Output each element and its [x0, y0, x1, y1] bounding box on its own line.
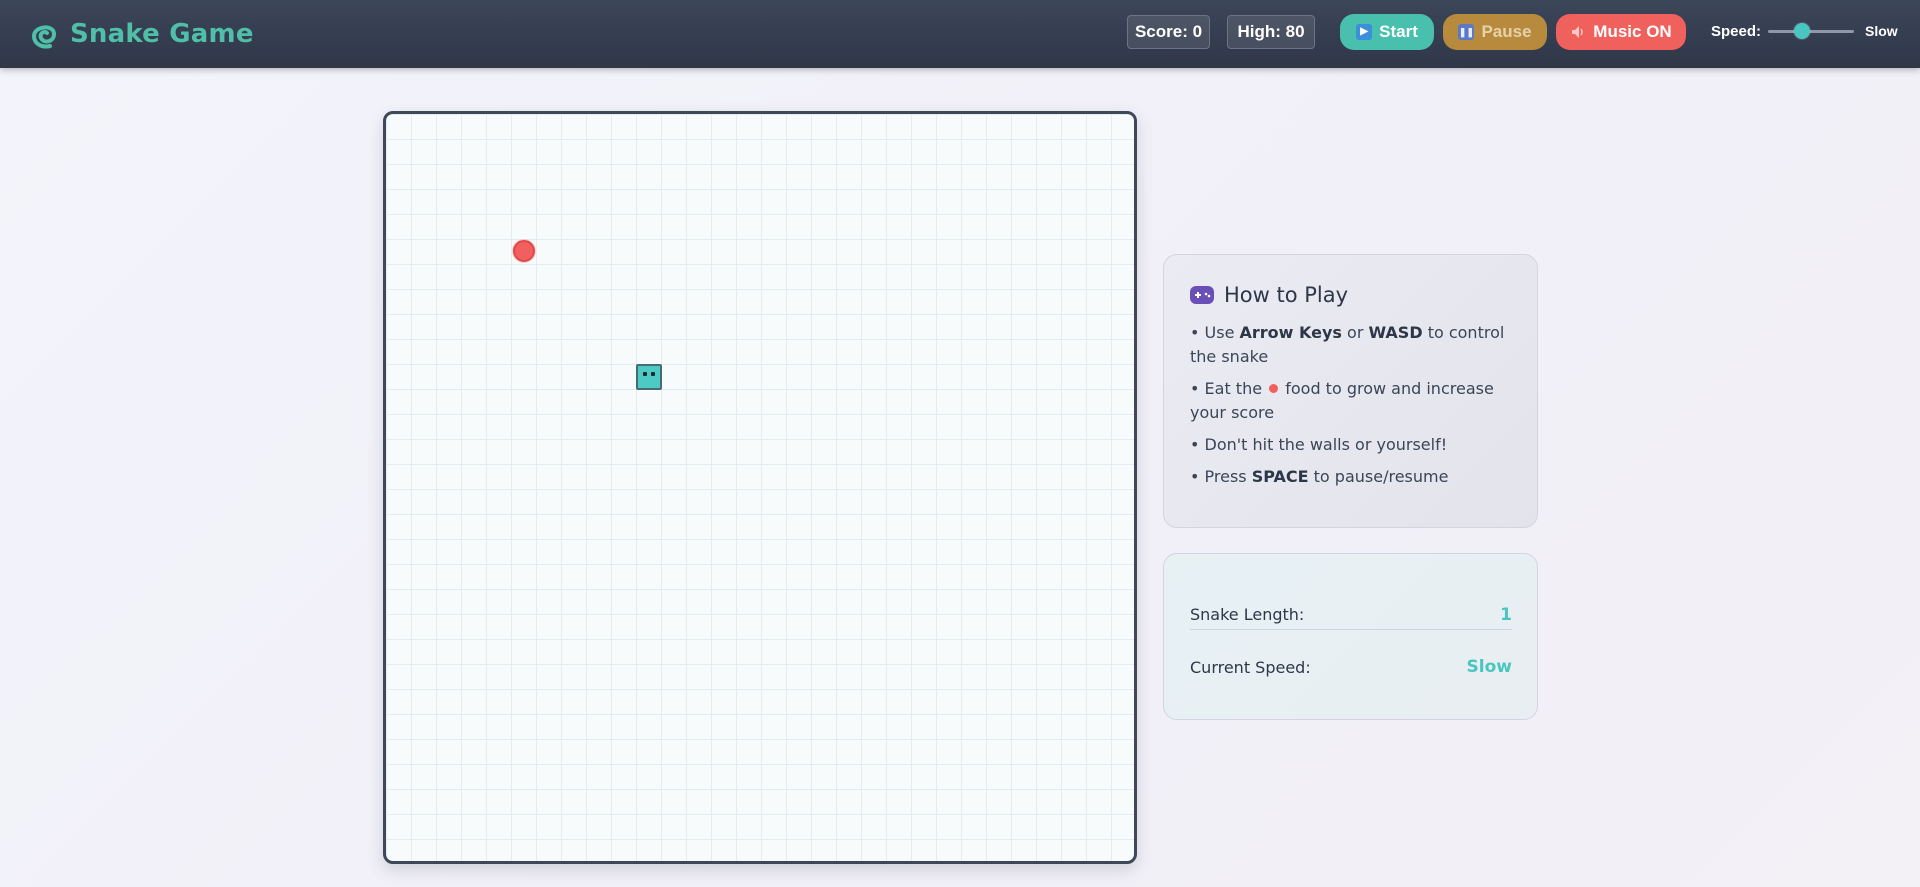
snake-eye-right [651, 372, 655, 376]
start-button[interactable]: ▶ Start [1340, 14, 1434, 50]
app-title: Snake Game [70, 19, 254, 49]
pause-icon: ❚❚ [1458, 24, 1475, 40]
snake-logo-icon [32, 25, 57, 49]
how-to-play-title: How to Play [1224, 283, 1349, 307]
rule-text: • Eat the [1190, 379, 1268, 398]
rule-text: to pause/resume [1308, 467, 1449, 486]
pause-label: Pause [1481, 22, 1532, 41]
play-icon: ▶ [1356, 24, 1373, 40]
snake-head [636, 364, 662, 390]
how-to-play-panel: How to Play • Use Arrow Keys or WASD to … [1163, 254, 1538, 528]
rule-collisions: • Don't hit the walls or yourself! [1190, 435, 1448, 454]
score-display: Score: 0 [1127, 15, 1210, 49]
brand: Snake Game [28, 14, 254, 54]
rule-key: Arrow Keys [1239, 323, 1342, 342]
rule-text: or [1341, 323, 1369, 342]
game-board[interactable] [383, 111, 1137, 864]
rule-text: • Use [1190, 323, 1240, 342]
music-toggle-button[interactable]: Music ON [1556, 14, 1686, 50]
current-speed-value: Slow [1466, 657, 1512, 677]
snake-length-value: 1 [1500, 604, 1512, 625]
rule-key: SPACE [1251, 467, 1309, 486]
rule-key: WASD [1368, 323, 1423, 342]
speaker-icon [1570, 24, 1586, 40]
current-speed-label: Current Speed: [1190, 657, 1311, 677]
current-speed-row: Current Speed: Slow [1190, 652, 1512, 682]
speed-label: Speed: [1711, 23, 1762, 40]
rule-text: • Press [1190, 467, 1252, 486]
rule-pause: • Press SPACE to pause/resume [1190, 465, 1511, 489]
snake-length-row: Snake Length: 1 [1190, 600, 1512, 630]
top-bar: Snake Game Score: 0 High: 80 ▶ Start ❚❚ … [0, 0, 1920, 68]
speed-slider-track[interactable] [1768, 30, 1854, 33]
pause-button[interactable]: ❚❚ Pause [1443, 14, 1547, 50]
music-label: Music ON [1593, 22, 1672, 41]
how-to-play-heading: How to Play [1190, 283, 1511, 307]
high-score-display: High: 80 [1227, 15, 1315, 49]
speed-slider-thumb[interactable] [1794, 23, 1811, 39]
food-item [513, 240, 535, 262]
rule-controls: • Use Arrow Keys or WASD to control the … [1190, 321, 1511, 369]
snake-length-label: Snake Length: [1190, 605, 1305, 624]
food-dot-icon [1269, 384, 1279, 393]
snake-eye-left [643, 372, 647, 376]
start-label: Start [1379, 22, 1418, 41]
speed-value: Slow [1865, 23, 1898, 39]
stats-panel: Snake Length: 1 Current Speed: Slow [1163, 553, 1538, 720]
rule-food: • Eat the food to grow and increase your… [1190, 377, 1511, 425]
gamepad-icon [1190, 286, 1214, 304]
